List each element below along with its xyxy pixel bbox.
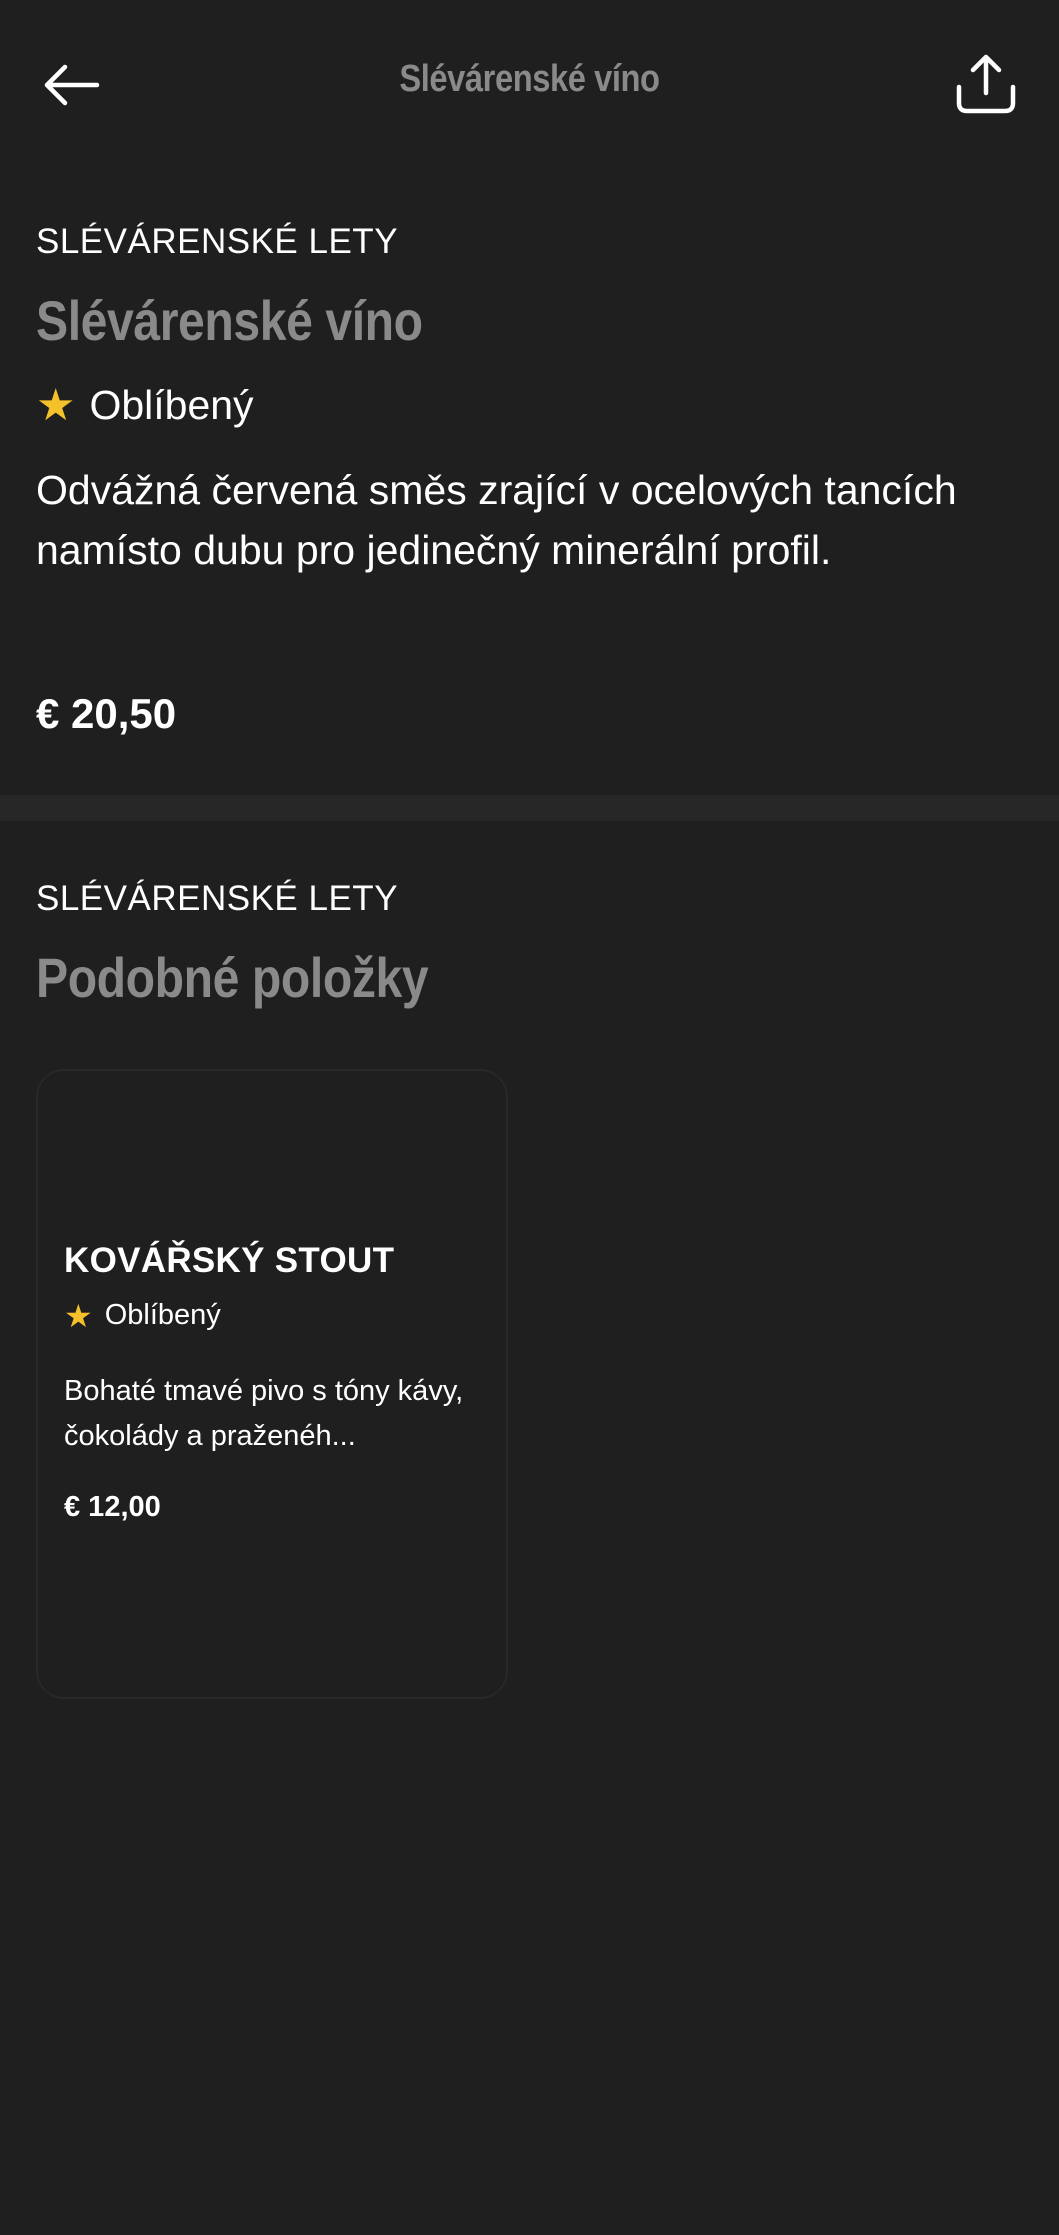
similar-item-badge: ★ Oblíbený	[64, 1299, 221, 1332]
back-button[interactable]	[36, 50, 106, 120]
similar-item-card[interactable]: KOVÁŘSKÝ STOUT ★ Oblíbený Bohaté tmavé p…	[36, 1069, 508, 1699]
popular-badge: ★ Oblíbený	[36, 382, 254, 429]
similar-heading: Podobné položky	[36, 946, 429, 1009]
similar-item-description: Bohaté tmavé pivo s tóny kávy, čokolády …	[64, 1375, 464, 1452]
product-price: € 20,50	[36, 690, 177, 737]
star-icon: ★	[64, 1297, 93, 1334]
product-name: Slévárenské víno	[36, 289, 423, 352]
top-app-bar: Slévárenské víno	[0, 0, 1059, 170]
product-category: SLÉVÁRENSKÉ LETY	[36, 222, 399, 261]
similar-item-badge-label: Oblíbený	[104, 1299, 221, 1331]
product-description: Odvážná červená směs zrající v ocelových…	[36, 467, 957, 573]
section-divider	[0, 795, 1059, 821]
similar-category: SLÉVÁRENSKÉ LETY	[36, 879, 399, 918]
page-title: Slévárenské víno	[399, 58, 660, 100]
similar-item-price: € 12,00	[64, 1491, 161, 1523]
star-icon: ★	[36, 380, 76, 430]
share-button[interactable]	[948, 46, 1024, 122]
product-detail: SLÉVÁRENSKÉ LETY Slévárenské víno ★ Oblí…	[0, 170, 1059, 795]
similar-item-name: KOVÁŘSKÝ STOUT	[64, 1241, 395, 1280]
popular-badge-label: Oblíbený	[89, 382, 254, 428]
similar-items-section: SLÉVÁRENSKÉ LETY Podobné položky KOVÁŘSK…	[0, 821, 1059, 2235]
arrow-left-icon	[44, 64, 100, 106]
share-upload-icon	[956, 54, 1016, 114]
